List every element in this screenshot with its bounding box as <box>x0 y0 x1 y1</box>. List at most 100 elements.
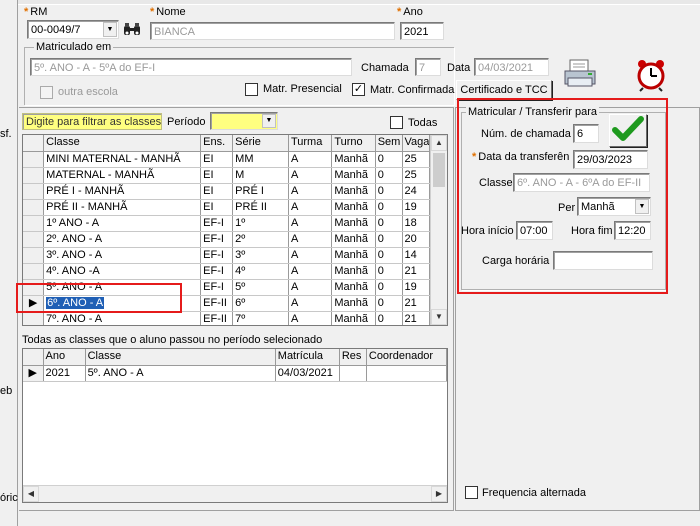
cell-text: M <box>235 168 245 181</box>
table-row[interactable]: PRÉ I - MANHÃ EI PRÉ I A Manhã 0 24 <box>23 183 447 200</box>
cell-text: EF-I <box>203 216 224 229</box>
column-header[interactable]: Sem <box>375 135 403 152</box>
left-edge-text-c: óric <box>0 492 18 504</box>
table-row[interactable]: 1º ANO - A EF-I 1º A Manhã 0 18 <box>23 215 447 232</box>
table-row[interactable]: PRÉ II - MANHÃ EI PRÉ II A Manhã 0 19 <box>23 199 447 216</box>
column-header[interactable]: Ens. <box>200 135 234 152</box>
scroll-thumb[interactable] <box>433 153 445 187</box>
cell-text: 0 <box>377 296 384 309</box>
table-cell: 0 <box>375 247 403 264</box>
table-cell: 2º. ANO - A <box>43 231 202 248</box>
column-header[interactable]: Turma <box>288 135 333 152</box>
table-row[interactable]: MINI MATERNAL - MANHÃ EI MM A Manhã 0 25 <box>23 151 447 168</box>
scroll-up-icon[interactable]: ▲ <box>431 135 447 151</box>
history-hscrollbar[interactable]: ◀ ▶ <box>23 485 447 502</box>
table-row[interactable]: ▶ 2021 5º. ANO - A 04/03/2021 <box>23 365 447 382</box>
highlight-box-transfer <box>457 98 668 294</box>
column-header[interactable]: Coordenador <box>366 349 447 366</box>
table-cell: Manhã <box>331 151 376 168</box>
left-edge-panel: sf. eb óric <box>0 0 18 526</box>
table-cell: 14 <box>402 247 431 264</box>
table-cell: 21 <box>402 295 431 312</box>
matriculado-field[interactable]: 5º. ANO - A - 5ºA do EF-I <box>30 58 352 76</box>
certificado-button[interactable]: Certificado e TCC <box>456 80 552 100</box>
table-cell: 1º ANO - A <box>43 215 202 232</box>
table-cell: Manhã <box>331 183 376 200</box>
frequencia-checkbox[interactable] <box>465 486 478 499</box>
confirmada-checkbox[interactable]: ✓ <box>352 83 365 96</box>
column-header[interactable]: Série <box>232 135 289 152</box>
table-row[interactable]: 2º. ANO - A EF-I 2º A Manhã 0 20 <box>23 231 447 248</box>
cell-text: 21 <box>404 296 417 309</box>
table-row[interactable]: 3º. ANO - A EF-I 3º A Manhã 0 14 <box>23 247 447 264</box>
column-header[interactable]: Turno <box>331 135 376 152</box>
presencial-checkbox[interactable] <box>245 83 258 96</box>
certificado-button-label: Certificado e TCC <box>460 84 548 96</box>
table-cell: EI <box>200 167 234 184</box>
cell-text: Manhã <box>334 312 368 325</box>
cell-text: 0 <box>377 152 384 165</box>
alarm-clock-icon[interactable] <box>633 58 669 92</box>
chamada-field[interactable]: 7 <box>415 58 441 76</box>
scroll-left-icon[interactable]: ◀ <box>23 486 39 502</box>
column-header[interactable]: Classe <box>85 349 276 366</box>
scroll-down-icon[interactable]: ▼ <box>431 309 447 325</box>
table-cell: 25 <box>402 151 431 168</box>
column-header[interactable]: Vagas <box>402 135 431 152</box>
ano-field[interactable]: 2021 <box>400 22 444 40</box>
cell-text: A <box>290 200 299 213</box>
table-cell: EF-I <box>200 263 234 280</box>
periodo-select[interactable]: ▼ <box>210 112 278 130</box>
table-cell: EF-II <box>200 311 234 325</box>
data-field[interactable]: 04/03/2021 <box>474 58 549 76</box>
table-row[interactable]: 7º. ANO - A EF-II 7º A Manhã 0 21 <box>23 311 447 325</box>
binoculars-icon[interactable] <box>122 20 142 38</box>
table-cell: A <box>288 167 333 184</box>
row-indicator <box>23 183 45 200</box>
printer-icon[interactable] <box>562 58 598 90</box>
row-indicator <box>23 199 45 216</box>
history-grid[interactable]: Ano Classe Matrícula Res Coordenador ▶ 2021 5º… <box>22 348 448 503</box>
nome-field[interactable]: BIANCA <box>150 22 395 40</box>
cell-text: A <box>290 152 299 165</box>
class-filter-input[interactable]: Digite para filtrar as classes <box>22 113 162 130</box>
class-filter-placeholder: Digite para filtrar as classes <box>26 116 162 128</box>
column-header[interactable]: Classe <box>43 135 202 152</box>
rm-select[interactable]: 00-0049/7 ▼ <box>27 20 119 39</box>
table-row[interactable]: MATERNAL - MANHÃ EI M A Manhã 0 25 <box>23 167 447 184</box>
cell-text: Manhã <box>334 152 368 165</box>
table-cell: A <box>288 183 333 200</box>
cell-text: EI <box>203 168 214 181</box>
column-header[interactable]: Ano <box>43 349 86 366</box>
table-cell: EF-II <box>200 295 234 312</box>
table-cell: A <box>288 215 333 232</box>
table-cell: 20 <box>402 231 431 248</box>
row-indicator <box>23 247 45 264</box>
table-cell: 04/03/2021 <box>275 365 340 382</box>
outra-escola-checkbox[interactable] <box>40 86 53 99</box>
table-cell: 0 <box>375 311 403 325</box>
rm-value: 00-0049/7 <box>31 24 81 36</box>
outra-escola-label: outra escola <box>58 86 118 98</box>
column-header[interactable]: Res <box>339 349 367 366</box>
table-cell: Manhã <box>331 231 376 248</box>
table-cell: 21 <box>402 263 431 280</box>
table-cell: 19 <box>402 279 431 296</box>
table-cell: 0 <box>375 183 403 200</box>
table-row[interactable]: 4º. ANO -A EF-I 4º A Manhã 0 21 <box>23 263 447 280</box>
todas-label: Todas <box>408 117 438 129</box>
chamada-value: 7 <box>419 62 426 74</box>
table-cell: PRÉ I <box>232 183 289 200</box>
todas-checkbox[interactable] <box>390 116 403 129</box>
cell-text: A <box>290 264 299 277</box>
table-cell: 25 <box>402 167 431 184</box>
cell-text: 5º <box>235 280 246 293</box>
table-cell: Manhã <box>331 279 376 296</box>
classes-scrollbar[interactable]: ▲ ▼ <box>430 135 447 325</box>
table-cell: Manhã <box>331 247 376 264</box>
column-header[interactable]: Matrícula <box>275 349 340 366</box>
table-cell: PRÉ I - MANHÃ <box>43 183 202 200</box>
table-cell: 5º <box>232 279 289 296</box>
ano-label: * Ano <box>397 6 423 18</box>
scroll-right-icon[interactable]: ▶ <box>431 486 447 502</box>
